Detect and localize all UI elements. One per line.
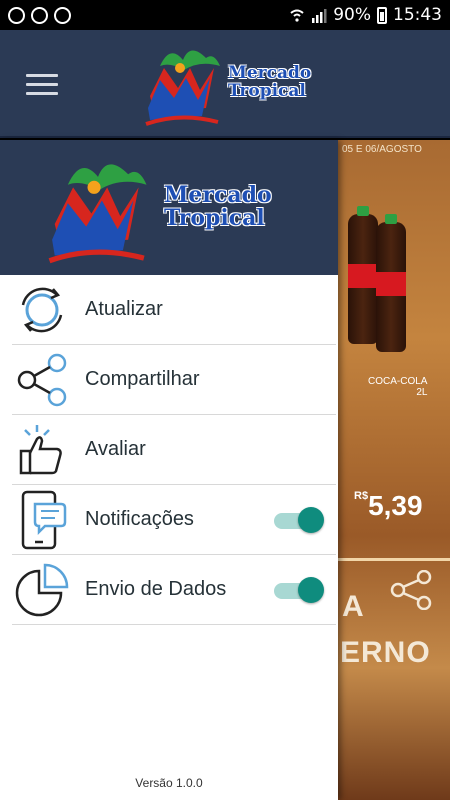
palm-logo-icon (48, 164, 147, 264)
notification-icons (8, 6, 71, 24)
notifications-toggle[interactable] (274, 507, 324, 533)
flyer-background: 05 E 06/AGOSTO COCA-COLA 2L R$5,39 A ERN… (338, 140, 450, 800)
whatsapp-icon (8, 6, 25, 24)
menu-item-label: Compartilhar (85, 368, 200, 390)
refresh-icon (12, 280, 72, 340)
menu-item-label: Avaliar (85, 438, 146, 460)
brand-wordmark: Mercado Tropical (164, 181, 272, 231)
flyer-banner-text-1: A (342, 590, 365, 623)
menu-item-compartilhar[interactable]: Compartilhar (12, 345, 336, 415)
share-icon (12, 350, 72, 410)
data-sending-toggle[interactable] (274, 577, 324, 603)
app-logo: Mercado Tropical (140, 38, 311, 128)
menu-item-label: Atualizar (85, 298, 163, 320)
brand-line2: Tropical (228, 81, 306, 101)
drawer-header: Mercado Tropical (0, 140, 338, 275)
drawer-menu: Atualizar Compartilhar Avaliar Notificaç… (12, 275, 336, 625)
menu-item-atualizar[interactable]: Atualizar (12, 275, 336, 345)
menu-icon[interactable] (26, 74, 58, 96)
brand-wordmark: Mercado Tropical (228, 64, 311, 101)
bottle-image (348, 206, 378, 344)
app-version: Versão 1.0.0 (135, 776, 203, 790)
bottle-image (376, 214, 406, 352)
drawer-logo: Mercado Tropical (40, 148, 272, 266)
thumbs-up-icon (12, 420, 72, 480)
status-bar: 90% 15:43 (0, 0, 450, 30)
menu-item-avaliar[interactable]: Avaliar (12, 415, 336, 485)
brand-line2: Tropical (164, 205, 265, 231)
palm-logo-icon (145, 50, 220, 126)
menu-item-label: Envio de Dados (85, 578, 227, 600)
brand-line1: Mercado (164, 181, 272, 208)
flyer-product: COCA-COLA 2L (368, 376, 428, 398)
phone-icon (31, 6, 48, 24)
app-bar: Mercado Tropical (0, 30, 450, 138)
flyer-price: R$5,39 (354, 490, 423, 521)
menu-item-label: Notificações (85, 508, 194, 530)
share-icon[interactable] (390, 570, 432, 610)
sync-icon (54, 6, 71, 24)
flyer-date: 05 E 06/AGOSTO (342, 144, 422, 155)
divider (338, 558, 450, 561)
clock: 15:43 (393, 5, 442, 25)
battery-icon (377, 6, 387, 24)
flyer-banner-text-2: ERNO (340, 636, 431, 669)
battery-percent: 90% (333, 5, 371, 25)
menu-item-envio-de-dados[interactable]: Envio de Dados (12, 555, 336, 625)
navigation-drawer: Mercado Tropical Atualizar Compartilhar … (0, 140, 338, 800)
phone-notification-icon (12, 490, 72, 550)
signal-icon (312, 8, 327, 23)
menu-item-notificacoes[interactable]: Notificações (12, 485, 336, 555)
status-right: 90% 15:43 (289, 5, 442, 25)
pie-chart-icon (12, 560, 72, 620)
wifi-icon (290, 9, 304, 22)
